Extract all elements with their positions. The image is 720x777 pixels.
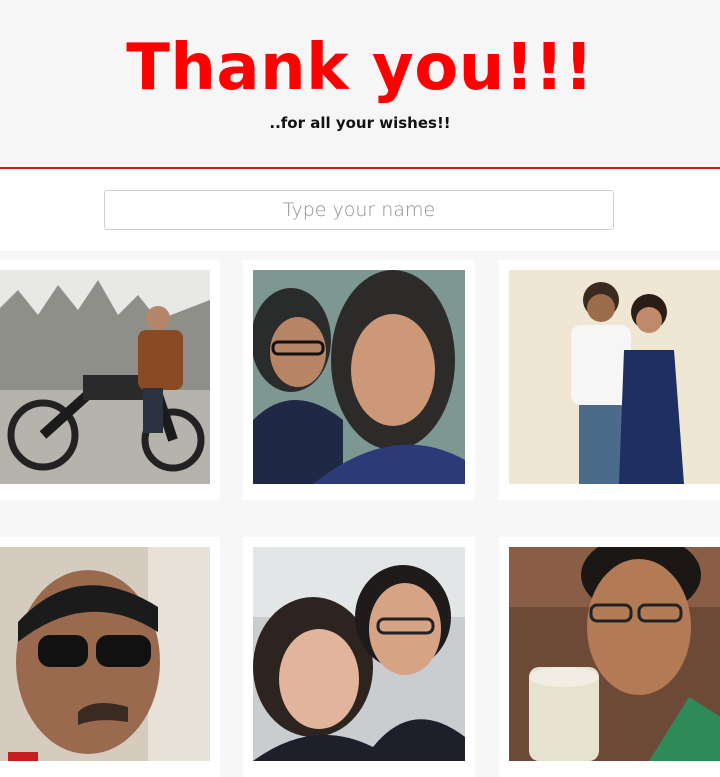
photo-two-women-selfie[interactable] [253, 270, 465, 484]
photo-card[interactable] [499, 537, 720, 777]
photo-man-sunglasses[interactable] [0, 547, 210, 761]
name-search-input[interactable] [104, 190, 614, 230]
photo-couple-airplane[interactable] [253, 547, 465, 761]
photo-man-motorcycle[interactable] [0, 270, 210, 484]
search-bar [0, 169, 720, 251]
photo-card[interactable] [243, 537, 475, 777]
photo-man-glasses-mug[interactable] [509, 547, 720, 761]
photo-couple-standing-image [509, 270, 720, 484]
photo-two-women-selfie-image [253, 270, 465, 484]
photo-card[interactable] [499, 260, 720, 500]
page-title: Thank you!!! [126, 31, 594, 105]
photo-card[interactable] [243, 260, 475, 500]
photo-man-glasses-mug-image [509, 547, 720, 761]
photo-man-sunglasses-image [0, 547, 210, 761]
header: Thank you!!! ..for all your wishes!! [0, 0, 720, 169]
photo-man-motorcycle-image [0, 270, 210, 484]
photo-couple-standing[interactable] [509, 270, 720, 484]
photo-card[interactable] [0, 260, 220, 500]
photo-grid [0, 251, 720, 777]
page-subtitle: ..for all your wishes!! [269, 114, 451, 132]
photo-couple-airplane-image [253, 547, 465, 761]
photo-card[interactable] [0, 537, 220, 777]
